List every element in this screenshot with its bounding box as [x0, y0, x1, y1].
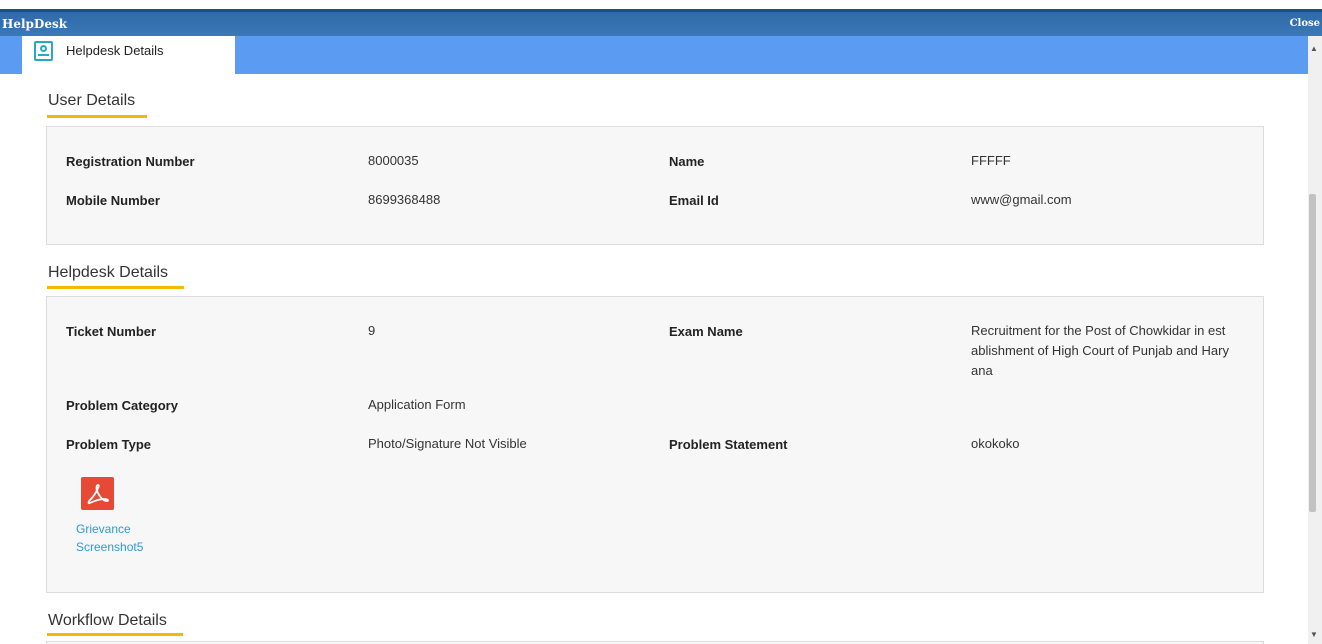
exam-name-line-1: Recruitment for the Post of Chowkidar in… — [971, 323, 1226, 338]
registration-number-label: Registration Number — [66, 154, 195, 169]
tab-helpdesk-details[interactable]: Helpdesk Details — [22, 36, 235, 74]
ticket-number-label: Ticket Number — [66, 324, 157, 339]
attachment-name-line-1: Grievance — [76, 522, 131, 536]
top-strip — [0, 0, 1322, 9]
user-details-panel — [46, 126, 1264, 245]
workflow-details-title: Workflow Details — [48, 612, 167, 629]
mobile-number-label: Mobile Number — [66, 193, 160, 208]
name-label: Name — [669, 154, 705, 169]
email-id-label: Email Id — [669, 193, 719, 208]
scroll-down-icon[interactable]: ▼ — [1310, 630, 1318, 639]
problem-statement-label: Problem Statement — [669, 437, 788, 452]
email-id-value: www@gmail.com — [971, 192, 1072, 207]
tab-label: Helpdesk Details — [66, 43, 164, 58]
mobile-number-value: 8699368488 — [368, 192, 441, 207]
vertical-scrollbar[interactable]: ▲ ▼ — [1308, 36, 1322, 644]
window-titlebar: HelpDesk Close — [0, 9, 1322, 36]
problem-category-value: Application Form — [368, 397, 466, 412]
exam-name-line-3: ana — [971, 363, 993, 378]
helpdesk-details-underline — [47, 286, 184, 289]
registration-number-value: 8000035 — [368, 153, 419, 168]
scrollbar-thumb[interactable] — [1309, 194, 1316, 512]
ticket-number-value: 9 — [368, 323, 376, 338]
helpdesk-details-title: Helpdesk Details — [48, 264, 169, 281]
close-button[interactable]: Close — [1290, 18, 1320, 29]
exam-name-label: Exam Name — [669, 324, 743, 339]
workflow-details-underline — [47, 633, 183, 636]
attachment-name-line-2: Screenshot5 — [76, 540, 144, 554]
problem-type-label: Problem Type — [66, 437, 152, 452]
problem-category-label: Problem Category — [66, 398, 178, 413]
attachment-link[interactable]: Grievance Screenshot5 — [76, 520, 156, 556]
user-details-underline — [47, 115, 147, 118]
tab-bar: Helpdesk Details — [0, 36, 1308, 74]
name-value: FFFFF — [971, 153, 1011, 168]
pdf-icon[interactable] — [81, 477, 114, 510]
problem-statement-value: okokoko — [971, 436, 1020, 451]
exam-name-line-2: ablishment of High Court of Punjab and H… — [971, 343, 1229, 358]
user-details-title: User Details — [48, 92, 136, 109]
user-card-icon — [34, 41, 53, 61]
window-title: HelpDesk — [2, 17, 68, 31]
scroll-up-icon[interactable]: ▲ — [1310, 44, 1318, 53]
problem-type-value: Photo/Signature Not Visible — [368, 436, 527, 451]
